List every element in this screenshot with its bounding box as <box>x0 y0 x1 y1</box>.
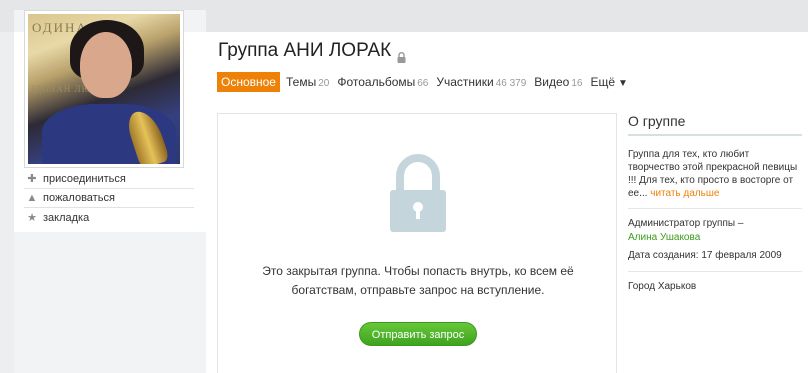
tab-video-count: 16 <box>571 78 583 89</box>
created-date: Дата создания: 17 февраля 2009 <box>628 249 802 272</box>
tab-main[interactable]: Основное <box>217 72 280 92</box>
tab-photo-albums-count: 66 <box>417 78 429 89</box>
group-tabs: Основное Темы 20 Фотоальбомы 66 Участник… <box>217 72 636 92</box>
plus-icon: ✚ <box>27 173 37 185</box>
join-label: присоединиться <box>43 173 126 185</box>
closed-group-message-line1: Это закрытая группа. Чтобы попасть внутр… <box>262 264 574 278</box>
tab-photo-albums-label: Фотоальбомы <box>337 75 416 89</box>
tab-topics[interactable]: Темы 20 <box>286 72 329 92</box>
about-description: Группа для тех, кто любит творчество это… <box>628 148 802 209</box>
tab-members-count: 46 379 <box>495 78 527 89</box>
report-link[interactable]: ▲ пожаловаться <box>24 189 194 208</box>
tab-photo-albums[interactable]: Фотоальбомы 66 <box>337 72 428 92</box>
group-avatar[interactable]: ОДИНА ЗДОЛАН ЛЮД <box>28 14 180 164</box>
tab-topics-count: 20 <box>318 78 330 89</box>
group-title: Группа АНИ ЛОРАК <box>218 40 392 61</box>
tab-members[interactable]: Участники 46 379 <box>436 72 526 92</box>
send-request-button[interactable]: Отправить запрос <box>359 322 477 346</box>
bookmark-label: закладка <box>43 211 90 224</box>
star-icon: ★ <box>27 211 37 224</box>
read-more-link[interactable]: читать дальше <box>650 188 719 199</box>
admin-name-link[interactable]: Алина Ушакова <box>628 231 802 245</box>
sidebar-actions: ✚ присоединиться ▲ пожаловаться ★ заклад… <box>24 170 194 227</box>
warning-icon: ▲ <box>26 192 38 204</box>
tab-video-label: Видео <box>534 75 570 89</box>
about-admin: Администратор группы – Алина Ушакова <box>628 217 802 245</box>
tab-video[interactable]: Видео 16 <box>534 72 582 92</box>
tab-more-label: Ещё <box>590 75 616 89</box>
lock-icon <box>397 47 406 63</box>
closed-group-message: Это закрытая группа. Чтобы попасть внутр… <box>218 262 618 300</box>
page-title: Группа АНИ ЛОРАК <box>218 40 406 63</box>
report-label: пожаловаться <box>43 192 115 204</box>
tab-main-label: Основное <box>221 75 276 89</box>
closed-group-notice: Это закрытая группа. Чтобы попасть внутр… <box>217 113 617 373</box>
dropdown-arrow-icon: ▼ <box>618 78 628 89</box>
tab-more[interactable]: Ещё ▼ <box>590 72 627 92</box>
group-avatar-frame[interactable]: ОДИНА ЗДОЛАН ЛЮД <box>24 10 184 168</box>
admin-label: Администратор группы – <box>628 218 744 229</box>
tab-members-label: Участники <box>436 75 494 89</box>
avatar-face <box>80 32 132 98</box>
big-lock-icon <box>390 154 446 232</box>
bookmark-link[interactable]: ★ закладка <box>24 208 194 227</box>
tab-topics-label: Темы <box>285 75 317 89</box>
city: Город Харьков <box>628 281 697 292</box>
about-title: О группе <box>628 113 802 136</box>
about-group: О группе Группа для тех, кто любит творч… <box>628 113 802 294</box>
join-link[interactable]: ✚ присоединиться <box>24 170 194 189</box>
closed-group-message-line2: богатствам, отправьте запрос на вступлен… <box>291 283 545 297</box>
